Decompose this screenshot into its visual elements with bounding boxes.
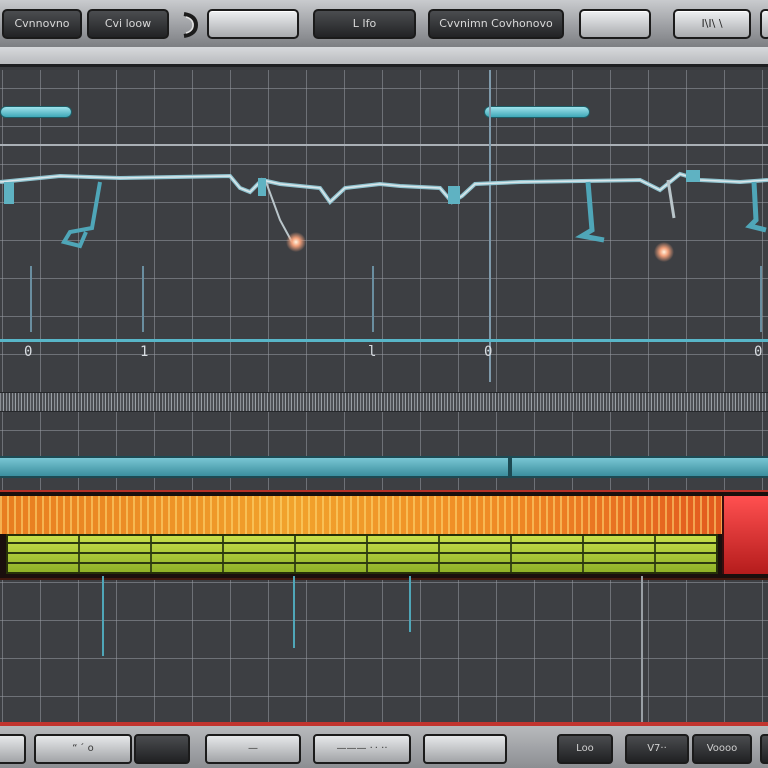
transport-button-2[interactable]: “ ´ o xyxy=(34,734,132,764)
automation-node[interactable] xyxy=(286,232,306,252)
toolbar-button-5[interactable] xyxy=(579,9,651,39)
clip-header-bar[interactable] xyxy=(0,456,768,478)
ruler-label: 1 xyxy=(140,344,149,360)
transport-button-1[interactable] xyxy=(0,734,26,764)
transport-button-4[interactable]: — xyxy=(205,734,301,764)
beat-marker xyxy=(102,576,104,656)
toolbar-button-4[interactable]: Cvvnimn Covhonovo xyxy=(428,9,564,39)
top-toolbar: Cvnnovno Cvi loow L Ifo Cvvnimn Covhonov… xyxy=(0,0,768,67)
waveform-overview[interactable] xyxy=(0,392,768,412)
automation-nodes xyxy=(286,232,674,262)
transport-button-8[interactable]: V7·· xyxy=(625,734,689,764)
transport-button-7[interactable]: Loo xyxy=(557,734,613,764)
automation-node[interactable] xyxy=(654,242,674,262)
transport-button-5[interactable]: ——— · · ·· xyxy=(313,734,411,764)
meter-clip-indicator xyxy=(722,496,768,574)
beat-marker xyxy=(641,576,643,722)
bottom-toolbar: “ ´ o — ——— · · ·· Loo V7·· Voooo xyxy=(0,722,768,768)
beat-marker xyxy=(760,266,762,332)
rotary-knob-icon[interactable] xyxy=(176,10,204,40)
ruler-label: 0 xyxy=(754,344,763,360)
time-ruler-line xyxy=(0,339,768,342)
toolbar-button-7[interactable] xyxy=(760,9,768,39)
transport-button-6[interactable] xyxy=(423,734,507,764)
transport-button-10[interactable] xyxy=(760,734,768,764)
beat-marker xyxy=(372,266,374,332)
transport-button-9[interactable]: Voooo xyxy=(692,734,752,764)
ruler-label: 0 xyxy=(484,344,493,360)
beat-marker xyxy=(30,266,32,332)
toolbar-button-1[interactable]: Cvnnovno xyxy=(2,9,82,39)
transport-button-3[interactable] xyxy=(134,734,190,764)
toolbar-button-2[interactable]: Cvi loow xyxy=(87,9,169,39)
clip-split xyxy=(508,458,512,476)
ruler-label: l xyxy=(368,344,377,360)
meter-peak-band xyxy=(0,496,722,534)
level-meter xyxy=(0,490,768,580)
automation-editor[interactable]: 0 1 l 0 0 xyxy=(0,70,768,722)
beat-marker xyxy=(293,576,295,648)
toolbar-button-6[interactable]: I\I\ \ xyxy=(673,9,751,39)
ruler-label: 0 xyxy=(24,344,33,360)
beat-marker xyxy=(409,576,411,632)
toolbar-slider-button[interactable] xyxy=(207,9,299,39)
beat-marker xyxy=(142,266,144,332)
toolbar-button-3[interactable]: L Ifo xyxy=(313,9,416,39)
meter-rms-band xyxy=(6,534,718,574)
